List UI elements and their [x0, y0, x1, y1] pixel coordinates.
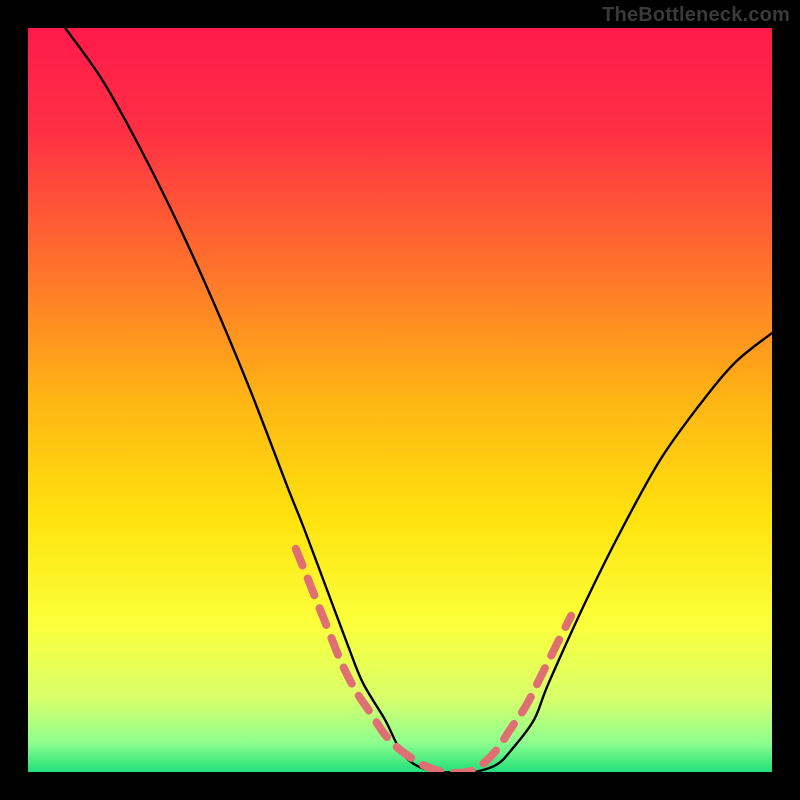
gradient-background [28, 28, 772, 772]
watermark-text: TheBottleneck.com [602, 4, 790, 27]
plot-svg [28, 28, 772, 772]
chart-frame: TheBottleneck.com [0, 0, 800, 800]
plot-area [28, 28, 772, 772]
